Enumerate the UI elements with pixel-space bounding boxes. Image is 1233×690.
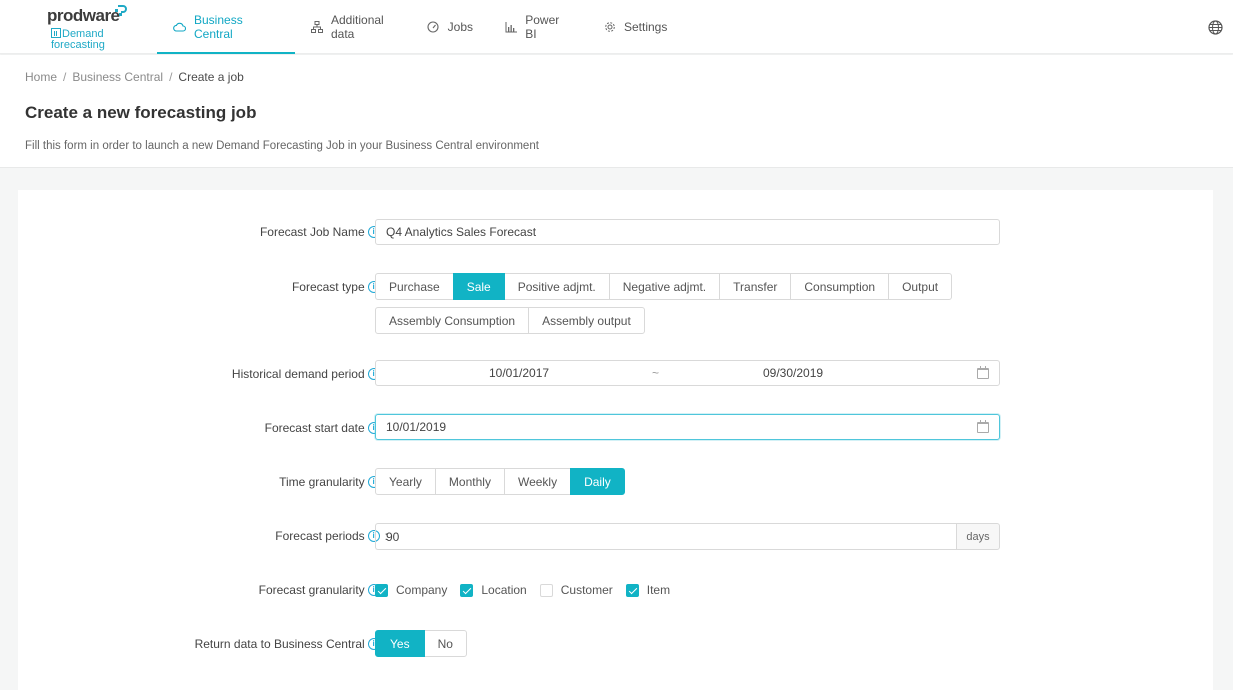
nav-jobs[interactable]: Jobs	[411, 0, 489, 54]
forecast-periods-input[interactable]: 90	[375, 523, 956, 550]
forecast-periods-unit: days	[956, 523, 1000, 550]
field-label: Forecast start datei:	[265, 421, 388, 435]
type-option-consumption[interactable]: Consumption	[790, 273, 890, 300]
type-option-transfer[interactable]: Transfer	[719, 273, 792, 300]
page-title: Create a new forecasting job	[25, 103, 257, 122]
field-label: Forecast typei:	[292, 280, 388, 294]
granularity-daily[interactable]: Daily	[570, 468, 625, 495]
page-header: Home / Business Central / Create a job Creat…	[0, 55, 1233, 168]
checkbox-company[interactable]: Company	[375, 583, 447, 597]
type-option-purchase[interactable]: Purchase	[375, 273, 454, 300]
return-data-no[interactable]: No	[423, 630, 467, 657]
bar-chart-icon	[505, 21, 518, 34]
page-subtitle: Fill this form in order to launch a new …	[25, 140, 539, 152]
field-label: Return data to Business Centrali:	[195, 637, 388, 651]
nav-settings[interactable]: Settings	[587, 0, 683, 54]
type-option-negative-adjmt[interactable]: Negative adjmt.	[608, 273, 721, 300]
breadcrumb-separator: /	[169, 70, 173, 84]
checkbox-unchecked[interactable]	[539, 583, 553, 597]
cloud-icon	[173, 21, 186, 34]
gear-icon	[603, 21, 616, 34]
prodware-logo[interactable]: prodware Demand forecasting	[47, 5, 137, 52]
calendar-icon	[977, 365, 989, 379]
checkbox-customer[interactable]: Customer	[539, 583, 613, 597]
return-data-toggle: Yes No	[375, 630, 467, 657]
start-date-picker[interactable]: 10/01/2019	[375, 414, 1000, 440]
nav-label: Additional data	[331, 13, 384, 41]
field-label: Forecast Job Namei:	[260, 225, 388, 239]
sitemap-icon	[311, 21, 323, 34]
nav-power-bi[interactable]: Power BI	[489, 0, 587, 54]
granularity-weekly[interactable]: Weekly	[503, 468, 572, 495]
checkbox-checked[interactable]	[625, 583, 639, 597]
top-navbar: prodware Demand forecasting Business Cen…	[0, 0, 1233, 54]
breadcrumb-current: Create a job	[178, 70, 244, 84]
granularity-monthly[interactable]: Monthly	[434, 468, 505, 495]
calendar-icon	[977, 419, 989, 433]
nav-label: Jobs	[447, 20, 473, 34]
breadcrumb-separator: /	[63, 70, 67, 84]
forecast-granularity-checkboxes: Company Location Customer Item	[375, 580, 683, 600]
product-name-line2: forecasting	[51, 39, 105, 51]
historical-period-range-picker[interactable]: 10/01/2017 ~ 09/30/2019	[375, 360, 1000, 386]
globe-icon[interactable]	[1208, 20, 1223, 35]
field-label: Forecast granularityi:	[259, 583, 388, 597]
type-option-assembly-output[interactable]: Assembly output	[528, 307, 645, 334]
nav-label: Power BI	[525, 13, 560, 41]
checkbox-location[interactable]: Location	[460, 583, 527, 597]
breadcrumb-business-central[interactable]: Business Central	[72, 70, 163, 84]
nav-business-central[interactable]: Business Central	[157, 0, 295, 54]
forecast-type-segmented-row2: Assembly Consumption Assembly output	[375, 307, 645, 334]
return-data-yes[interactable]: Yes	[375, 630, 425, 657]
time-granularity-segmented: Yearly Monthly Weekly Daily	[375, 468, 625, 495]
main-nav: Business Central Additional data Jobs Po…	[157, 0, 683, 54]
breadcrumb-home[interactable]: Home	[25, 70, 57, 84]
job-name-input[interactable]: Q4 Analytics Sales Forecast	[375, 219, 1000, 245]
range-start-date[interactable]: 10/01/2017	[489, 366, 549, 380]
type-option-output[interactable]: Output	[888, 273, 953, 300]
field-label: Time granularityi:	[279, 475, 388, 489]
checkbox-checked[interactable]	[460, 583, 474, 597]
forecast-chart-icon	[51, 28, 61, 38]
dashboard-icon	[427, 21, 440, 34]
field-label: Historical demand periodi:	[232, 367, 388, 381]
forecast-periods-group: 90 days	[375, 523, 1000, 550]
range-end-date[interactable]: 09/30/2019	[763, 366, 823, 380]
nav-label: Settings	[624, 20, 668, 34]
type-option-assembly-consumption[interactable]: Assembly Consumption	[375, 307, 530, 334]
range-separator: ~	[652, 366, 660, 380]
checkbox-item[interactable]: Item	[625, 583, 670, 597]
field-label: Forecast periods i:	[275, 529, 388, 543]
brand-name: prodware	[47, 6, 120, 25]
breadcrumb: Home / Business Central / Create a job	[25, 70, 244, 84]
granularity-yearly[interactable]: Yearly	[375, 468, 436, 495]
type-option-sale[interactable]: Sale	[452, 273, 505, 300]
forecast-type-segmented: Purchase Sale Positive adjmt. Negative a…	[375, 273, 953, 300]
checkbox-checked[interactable]	[375, 583, 388, 597]
nav-additional-data[interactable]: Additional data	[295, 0, 411, 54]
type-option-positive-adjmt[interactable]: Positive adjmt.	[503, 273, 610, 300]
job-form: Forecast Job Namei: Q4 Analytics Sales F…	[18, 190, 1213, 690]
brand-plus-icon	[115, 5, 127, 16]
nav-label: Business Central	[194, 13, 243, 41]
